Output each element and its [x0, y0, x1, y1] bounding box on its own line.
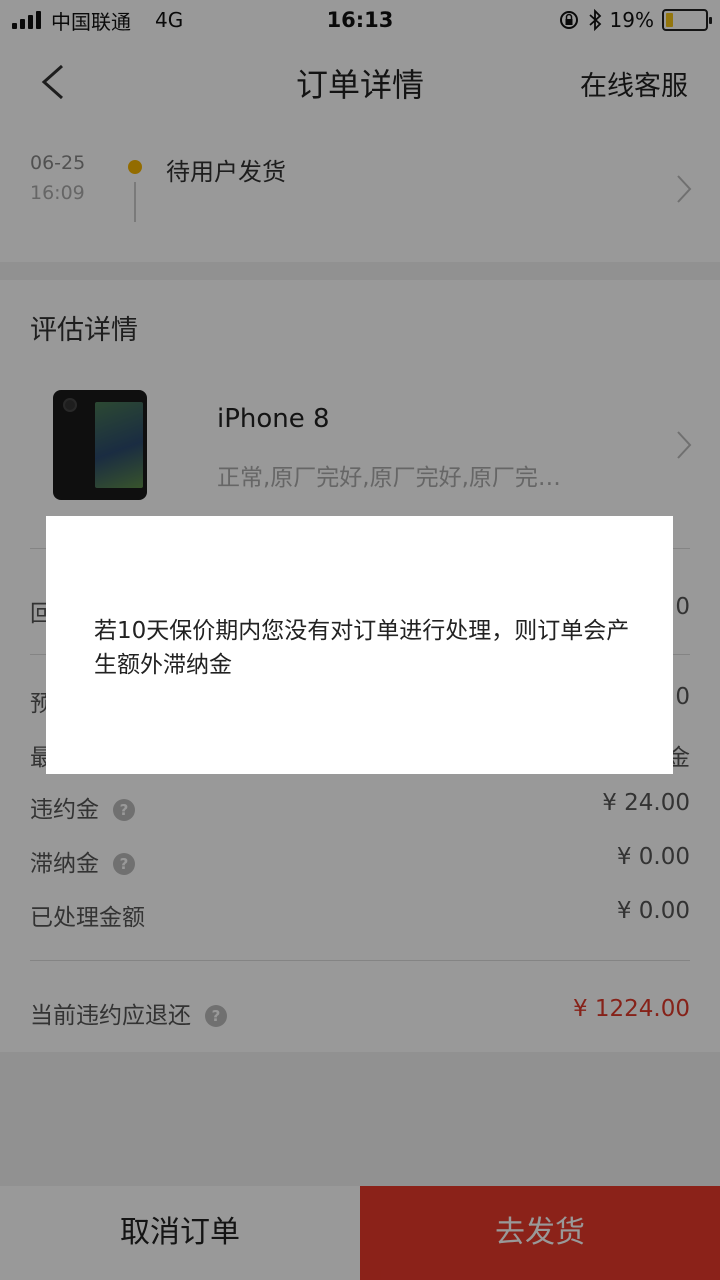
dialog-message: 若10天保价期内您没有对订单进行处理，则订单会产生额外滞纳金 [94, 618, 630, 678]
info-dialog: 若10天保价期内您没有对订单进行处理，则订单会产生额外滞纳金 [46, 516, 673, 774]
